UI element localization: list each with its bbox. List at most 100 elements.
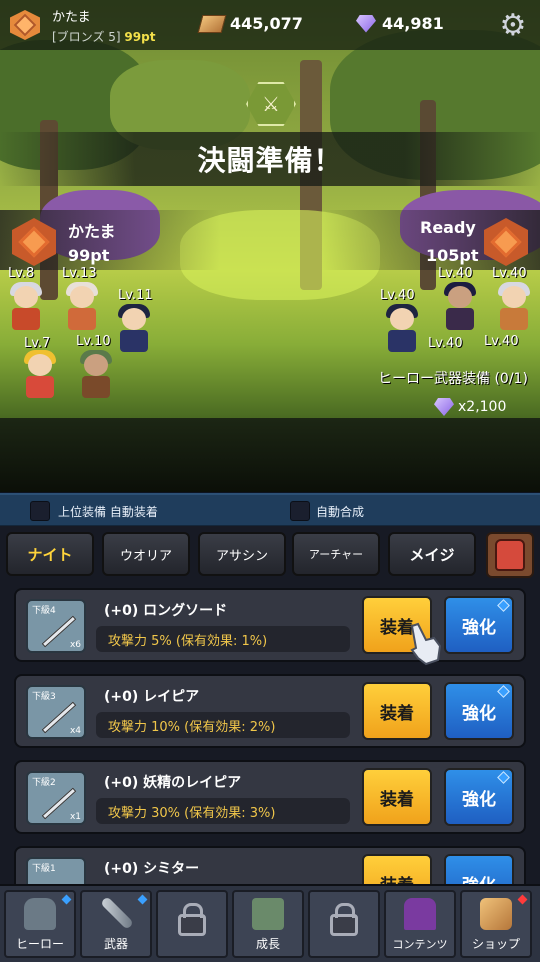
weapon-grade: 下級2 bbox=[32, 778, 56, 788]
weapon-list: 下級4 x6 (+0) ロングソード 攻撃力 5% (保有効果: 1%) 装着 … bbox=[0, 586, 540, 884]
armor-icon bbox=[252, 898, 284, 930]
hero-sprite bbox=[20, 350, 60, 402]
weapon-thumbnail[interactable]: 下級1 bbox=[26, 857, 86, 884]
auto-equip-label: 上位装備 自動装着 bbox=[58, 505, 158, 519]
nav-shop-label: ショップ bbox=[471, 937, 520, 951]
upgrade-button[interactable]: 強化 bbox=[444, 768, 514, 826]
enemy-level: Lv.40 bbox=[380, 288, 415, 303]
upgrade-label: 強化 bbox=[462, 703, 496, 724]
list-item: 下級1 (+0) シミター 装着 強化 bbox=[14, 846, 526, 884]
nav-growth[interactable]: 成長 bbox=[232, 890, 304, 958]
weapon-count: x1 bbox=[69, 812, 81, 822]
gold-amount: 445,077 bbox=[230, 14, 303, 33]
auto-merge-label: 自動合成 bbox=[316, 505, 365, 519]
hero-level: Lv.8 bbox=[8, 266, 35, 281]
hero-weapon-equip-label[interactable]: ヒーロー武器装備 (0/1) bbox=[378, 368, 528, 388]
upgrade-button[interactable]: 強化 bbox=[444, 596, 514, 654]
nav-locked[interactable] bbox=[308, 890, 380, 958]
weapon-name: (+0) レイピア bbox=[104, 689, 200, 705]
enemy-sprite bbox=[382, 304, 422, 356]
gem-icon bbox=[356, 14, 376, 33]
notification-dot bbox=[517, 894, 528, 905]
list-item: 下級2 x1 (+0) 妖精のレイピア 攻撃力 30% (保有効果: 3%) 装… bbox=[14, 760, 526, 834]
nav-locked[interactable] bbox=[156, 890, 228, 958]
gold-bars-icon bbox=[480, 898, 512, 930]
nav-contents[interactable]: コンテンツ bbox=[384, 890, 456, 958]
enemy-sprite bbox=[440, 282, 480, 334]
tab-mage[interactable]: メイジ bbox=[388, 532, 476, 576]
left-player-points: 99pt bbox=[68, 246, 110, 265]
enemy-level: Lv.40 bbox=[428, 336, 463, 351]
weapon-grade: 下級3 bbox=[32, 692, 56, 702]
hero-level: Lv.10 bbox=[76, 334, 111, 349]
weapon-thumbnail[interactable]: 下級3 x4 bbox=[26, 685, 86, 739]
weapon-name: (+0) 妖精のレイピア bbox=[104, 775, 242, 791]
tap-hand-icon bbox=[410, 622, 442, 666]
notification-dot bbox=[497, 685, 510, 698]
upgrade-button[interactable]: 強化 bbox=[444, 682, 514, 740]
grass-ground bbox=[0, 418, 540, 492]
left-player-name: かたま bbox=[68, 222, 116, 241]
list-item: 下級4 x6 (+0) ロングソード 攻撃力 5% (保有効果: 1%) 装着 … bbox=[14, 588, 526, 662]
auto-merge-checkbox[interactable] bbox=[290, 501, 310, 521]
tab-warrior[interactable]: ウオリア bbox=[102, 532, 190, 576]
weapon-stat: 攻撃力 5% (保有効果: 1%) bbox=[96, 626, 350, 652]
tab-archer[interactable]: アーチャー bbox=[292, 532, 380, 576]
duel-title: 決闘準備！ bbox=[0, 132, 540, 186]
hero-sprite bbox=[62, 282, 102, 334]
weapon-thumbnail[interactable]: 下級4 x6 bbox=[26, 599, 86, 653]
hero-level: Lv.7 bbox=[24, 336, 51, 351]
weapon-cost: x2,100 bbox=[434, 398, 506, 416]
weapon-count: x4 bbox=[69, 726, 81, 736]
nav-hero[interactable]: ヒーロー bbox=[4, 890, 76, 958]
options-bar: 上位装備 自動装着 自動合成 bbox=[0, 493, 540, 527]
tab-assassin[interactable]: アサシン bbox=[198, 532, 286, 576]
nav-contents-label: コンテンツ bbox=[392, 938, 448, 951]
right-player-name: Ready bbox=[420, 218, 476, 237]
right-player-points: 105pt bbox=[426, 246, 479, 265]
skull-banner-icon bbox=[404, 898, 436, 930]
rank-points: 99pt bbox=[124, 30, 156, 44]
notification-dot bbox=[61, 894, 72, 905]
upgrade-button[interactable]: 強化 bbox=[444, 854, 514, 884]
notification-dot bbox=[497, 599, 510, 612]
top-status-bar: かたま [ブロンズ 5] 99pt 445,077 44,981 ⚙ bbox=[0, 0, 540, 50]
weapon-stat: 攻撃力 30% (保有効果: 3%) bbox=[96, 798, 350, 824]
equip-button[interactable]: 装着 bbox=[362, 682, 432, 740]
bag-icon[interactable] bbox=[486, 532, 534, 578]
weapon-count: x6 bbox=[69, 640, 81, 650]
right-rank-icon bbox=[484, 218, 528, 266]
gem-counter: 44,981 bbox=[356, 14, 444, 33]
nav-weapon-label: 武器 bbox=[103, 937, 128, 951]
upgrade-label: 強化 bbox=[462, 617, 496, 638]
rank-tier: [ブロンズ 5] bbox=[52, 30, 121, 44]
gear-icon[interactable]: ⚙ bbox=[496, 8, 530, 43]
weapon-name: (+0) シミター bbox=[104, 861, 200, 877]
class-tabs: ナイト ウオリア アサシン アーチャー メイジ bbox=[0, 526, 540, 586]
weapon-grade: 下級4 bbox=[32, 606, 56, 616]
weapon-thumbnail[interactable]: 下級2 x1 bbox=[26, 771, 86, 825]
gold-icon bbox=[197, 14, 227, 33]
list-item: 下級3 x4 (+0) レイピア 攻撃力 10% (保有効果: 2%) 装着 強… bbox=[14, 674, 526, 748]
hero-sprite bbox=[6, 282, 46, 334]
gem-amount: 44,981 bbox=[382, 14, 444, 33]
gold-counter: 445,077 bbox=[197, 14, 303, 33]
equip-button[interactable]: 装着 bbox=[362, 854, 432, 884]
enemy-level: Lv.40 bbox=[438, 266, 473, 281]
weapon-cost-amount: x2,100 bbox=[458, 399, 507, 415]
hero-level: Lv.11 bbox=[118, 288, 153, 303]
nav-weapon[interactable]: 武器 bbox=[80, 890, 152, 958]
hero-sprite bbox=[114, 304, 154, 356]
auto-equip-checkbox[interactable] bbox=[30, 501, 50, 521]
hero-level: Lv.13 bbox=[62, 266, 97, 281]
player-name: かたま bbox=[52, 10, 91, 25]
left-rank-icon bbox=[12, 218, 56, 266]
tab-knight[interactable]: ナイト bbox=[6, 532, 94, 576]
nav-hero-label: ヒーロー bbox=[15, 937, 64, 951]
gem-icon bbox=[434, 398, 454, 416]
nav-growth-label: 成長 bbox=[255, 937, 280, 951]
equip-button[interactable]: 装着 bbox=[362, 768, 432, 826]
notification-dot bbox=[137, 894, 148, 905]
nav-shop[interactable]: ショップ bbox=[460, 890, 532, 958]
weapon-grade: 下級1 bbox=[32, 864, 56, 874]
